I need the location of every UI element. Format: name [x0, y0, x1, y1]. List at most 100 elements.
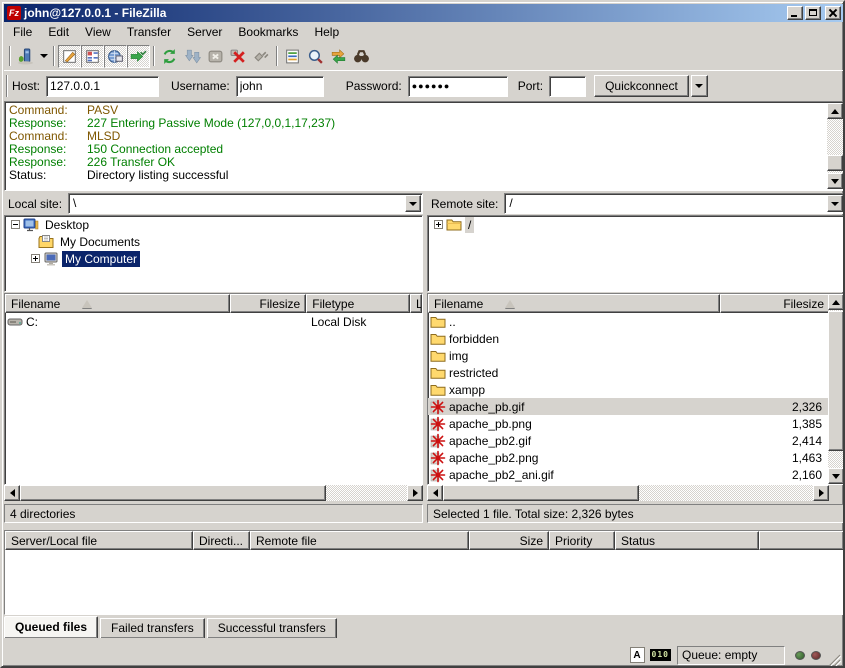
menu-item-server[interactable]: Server: [179, 23, 230, 41]
column-label: Filename: [11, 297, 60, 311]
remote-site-combo[interactable]: /: [504, 193, 845, 214]
port-input[interactable]: [549, 76, 586, 97]
remote-file-row[interactable]: ..: [428, 313, 830, 330]
local-file-row-c-drive[interactable]: C: Local Disk: [5, 313, 422, 330]
column-header-filesize[interactable]: Filesize: [720, 294, 830, 313]
remote-file-row[interactable]: apache_pb.png 1,385: [428, 415, 830, 432]
refresh-button[interactable]: [158, 45, 181, 68]
local-list-hscrollbar[interactable]: [4, 485, 423, 501]
menu-item-bookmarks[interactable]: Bookmarks: [230, 23, 306, 41]
tree-item-root[interactable]: /: [428, 216, 844, 233]
cancel-button[interactable]: [204, 45, 227, 68]
log-scrollbar[interactable]: [827, 103, 843, 189]
toggle-remote-tree-button[interactable]: [104, 45, 127, 68]
remote-file-row[interactable]: xampp: [428, 381, 830, 398]
minimize-button[interactable]: [787, 6, 803, 20]
menu-item-help[interactable]: Help: [306, 23, 347, 41]
column-header-last-modified[interactable]: L: [410, 294, 422, 313]
file-size: 2,414: [722, 434, 830, 448]
remote-list-scrollbar[interactable]: [828, 294, 844, 484]
site-manager-dropdown[interactable]: [37, 45, 50, 68]
reconnect-button[interactable]: [250, 45, 273, 68]
remote-list-hscrollbar[interactable]: [427, 485, 829, 501]
column-header-priority[interactable]: Priority: [549, 531, 615, 550]
scroll-up-button[interactable]: [828, 294, 844, 310]
menu-item-edit[interactable]: Edit: [40, 23, 77, 41]
filter-button[interactable]: [281, 45, 304, 68]
sync-browsing-icon: [330, 48, 347, 65]
chevron-down-icon: [40, 54, 48, 58]
scroll-right-button[interactable]: [407, 485, 423, 501]
column-header-size[interactable]: Size: [469, 531, 549, 550]
tab-successful-transfers[interactable]: Successful transfers: [207, 618, 337, 638]
remote-status-text: Selected 1 file. Total size: 2,326 bytes: [433, 507, 634, 521]
disconnect-button[interactable]: [227, 45, 250, 68]
scroll-right-button[interactable]: [813, 485, 829, 501]
local-status-text: 4 directories: [10, 507, 75, 521]
quickconnect-dropdown[interactable]: [691, 75, 708, 97]
remote-file-row[interactable]: restricted: [428, 364, 830, 381]
remote-file-row[interactable]: forbidden: [428, 330, 830, 347]
site-manager-button[interactable]: [14, 45, 37, 68]
arrow-up-icon: [831, 109, 839, 114]
tab-queued-files[interactable]: Queued files: [4, 616, 98, 638]
tree-item-desktop[interactable]: Desktop: [5, 216, 422, 233]
scroll-left-button[interactable]: [4, 485, 20, 501]
scroll-down-button[interactable]: [827, 173, 843, 189]
remote-file-row[interactable]: apache_pb2.gif 2,414: [428, 432, 830, 449]
column-header-server-local-file[interactable]: Server/Local file: [5, 531, 193, 550]
remote-file-row[interactable]: img: [428, 347, 830, 364]
column-header-direction[interactable]: Directi...: [193, 531, 250, 550]
process-queue-button[interactable]: [181, 45, 204, 68]
column-header-filename[interactable]: Filename: [428, 294, 720, 313]
compare-directories-button[interactable]: [304, 45, 327, 68]
local-site-dropdown[interactable]: [405, 195, 421, 212]
password-input[interactable]: [408, 76, 508, 97]
toggle-message-log-button[interactable]: [58, 45, 81, 68]
scroll-thumb[interactable]: [443, 485, 639, 501]
quickconnect-button[interactable]: Quickconnect: [594, 75, 689, 97]
tree-item-label-selected: My Computer: [62, 251, 140, 267]
tree-item-my-computer[interactable]: My Computer: [5, 250, 422, 267]
synchronized-browsing-button[interactable]: [327, 45, 350, 68]
my-computer-icon: [43, 251, 59, 267]
remote-file-row-selected[interactable]: apache_pb.gif 2,326: [428, 398, 830, 415]
column-header-filesize[interactable]: Filesize: [230, 294, 306, 313]
scroll-thumb[interactable]: [828, 311, 844, 451]
file-size: 2,160: [722, 468, 830, 482]
scroll-up-button[interactable]: [827, 103, 843, 119]
local-tree-icon: [84, 48, 101, 65]
host-input[interactable]: [46, 76, 159, 97]
menu-item-view[interactable]: View: [77, 23, 119, 41]
find-files-button[interactable]: [350, 45, 373, 68]
column-header-status[interactable]: Status: [615, 531, 759, 550]
remote-file-row[interactable]: apache_pb2.png 1,463: [428, 449, 830, 466]
menu-item-transfer[interactable]: Transfer: [119, 23, 179, 41]
resize-grip[interactable]: [827, 654, 841, 668]
scroll-thumb[interactable]: [827, 155, 843, 171]
transfer-type-ascii-icon[interactable]: A: [630, 647, 645, 663]
remote-file-row[interactable]: apache_pb2_ani.gif 2,160: [428, 466, 830, 483]
file-size: 2,326: [722, 400, 830, 414]
maximize-button[interactable]: [805, 6, 821, 20]
local-site-combo[interactable]: \: [68, 193, 423, 214]
username-input[interactable]: [236, 76, 324, 97]
column-header-filetype[interactable]: Filetype: [306, 294, 410, 313]
toggle-local-tree-button[interactable]: [81, 45, 104, 68]
transfer-type-binary-icon[interactable]: 010: [650, 649, 671, 661]
scroll-down-button[interactable]: [828, 468, 844, 484]
scroll-left-button[interactable]: [427, 485, 443, 501]
tab-failed-transfers[interactable]: Failed transfers: [100, 618, 205, 638]
toggle-queue-button[interactable]: [127, 45, 150, 68]
collapse-icon[interactable]: [11, 220, 20, 229]
close-button[interactable]: [825, 6, 841, 20]
column-header-remote-file[interactable]: Remote file: [250, 531, 469, 550]
remote-tree: /: [427, 215, 845, 292]
remote-site-dropdown[interactable]: [827, 195, 843, 212]
expand-icon[interactable]: [434, 220, 443, 229]
scroll-thumb[interactable]: [20, 485, 326, 501]
expand-icon[interactable]: [31, 254, 40, 263]
column-header-filename[interactable]: Filename: [5, 294, 230, 313]
menu-item-file[interactable]: File: [5, 23, 40, 41]
tree-item-my-documents[interactable]: My Documents: [5, 233, 422, 250]
